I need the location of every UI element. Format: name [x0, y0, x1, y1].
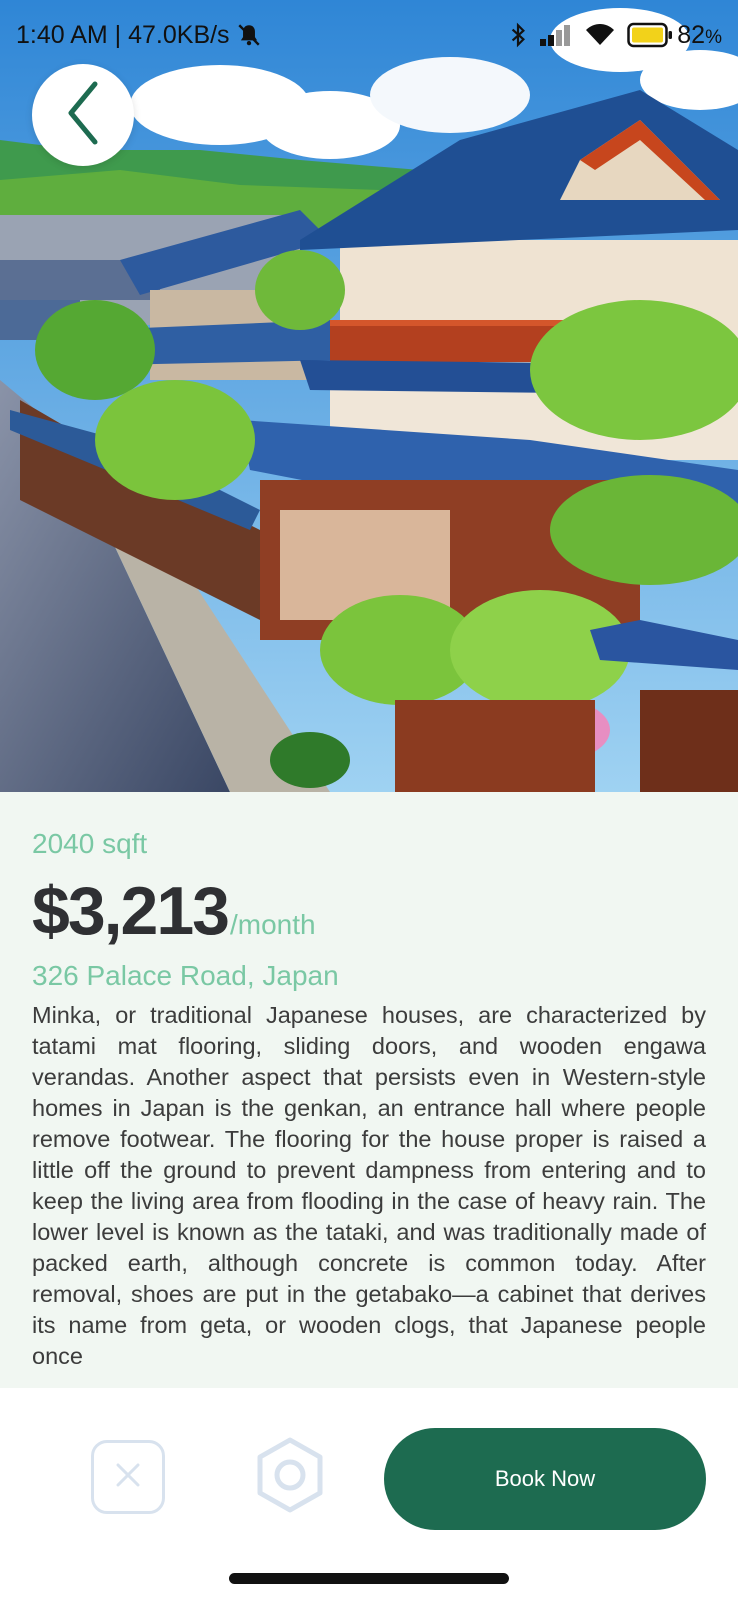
property-details: 2040 sqft $3,213 /month 326 Palace Road,… [32, 792, 706, 1368]
close-icon [112, 1459, 144, 1496]
back-button[interactable] [32, 64, 134, 166]
battery-percent-sign: % [705, 26, 722, 48]
wifi-icon [585, 23, 615, 47]
property-description: Minka, or traditional Japanese houses, a… [32, 1002, 706, 1368]
hexagon-icon [254, 1436, 326, 1519]
property-address: 326 Palace Road, Japan [32, 960, 339, 991]
signal-icon [539, 23, 573, 47]
bluetooth-icon [509, 22, 527, 48]
book-now-button[interactable]: Book Now [384, 1428, 706, 1530]
bottom-action-bar: Book Now [0, 1388, 738, 1600]
status-left: 1:40 AM | 47.0KB/s [16, 21, 262, 50]
hexagon-button[interactable] [250, 1436, 330, 1518]
battery-icon [627, 22, 673, 48]
battery-percent: 82 [677, 20, 706, 49]
status-bar: 1:40 AM | 47.0KB/s 82% [0, 0, 738, 70]
battery-indicator: 82% [627, 21, 722, 50]
chevron-left-icon [63, 78, 103, 153]
property-detail-screen: 1:40 AM | 47.0KB/s 82% 2040 sqft $3,213 … [0, 0, 738, 1600]
close-button[interactable] [91, 1440, 165, 1514]
price-period: /month [229, 909, 316, 940]
home-indicator[interactable] [229, 1573, 509, 1584]
property-price: $3,213 [32, 873, 230, 949]
status-time: 1:40 AM | 47.0KB/s [16, 20, 230, 49]
status-right: 82% [509, 21, 722, 50]
property-area: 2040 sqft [32, 828, 148, 859]
mute-bell-icon [236, 22, 262, 48]
book-now-label: Book Now [494, 1466, 596, 1491]
price-row: $3,213 /month [32, 872, 706, 950]
